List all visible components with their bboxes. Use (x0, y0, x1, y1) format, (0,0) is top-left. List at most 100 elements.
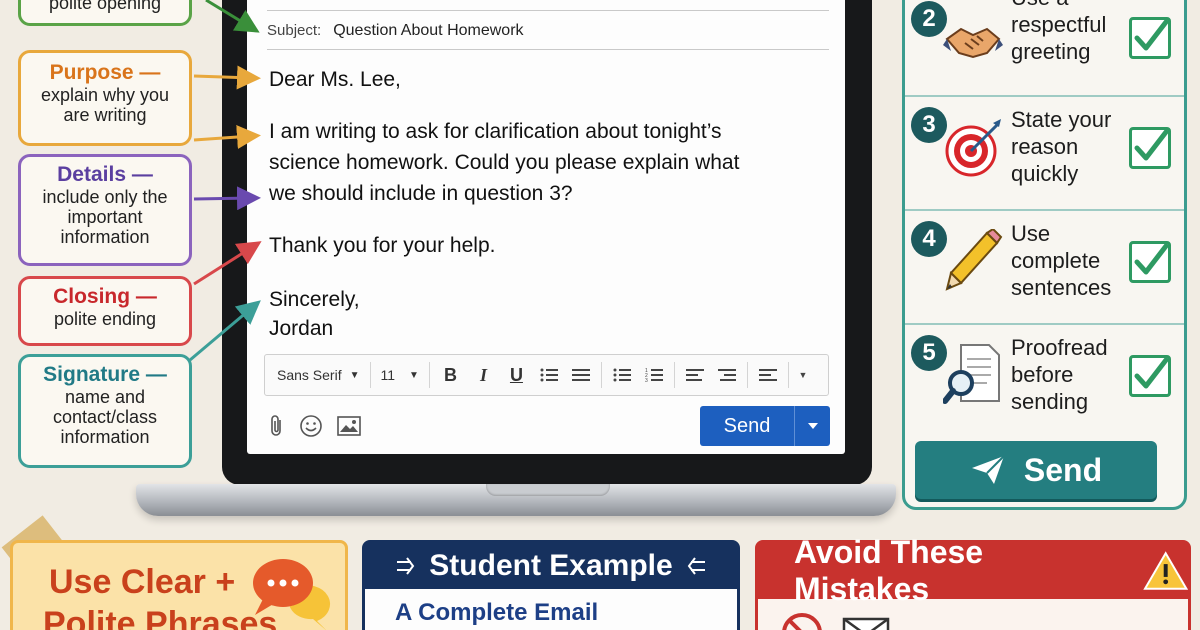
checklist-step: 3 State your reason quickly (905, 97, 1184, 211)
compose-actions (269, 414, 361, 443)
recipient-divider (267, 10, 829, 11)
step-text: Proofread before sending (1011, 335, 1108, 414)
align-right-icon[interactable] (711, 364, 743, 386)
student-example-header: Student Example (365, 543, 737, 589)
send-button-label: Send (723, 414, 771, 437)
email-body-line: science homework. Could you please expla… (269, 151, 740, 174)
step-text: State your reason quickly (1011, 107, 1112, 186)
emoji-icon[interactable] (299, 414, 323, 443)
student-example-panel: Student Example A Complete Email (362, 540, 740, 630)
checkbox-checked[interactable] (1129, 127, 1171, 169)
callout-opening-desc: polite opening (48, 0, 162, 13)
toolbar-divider (600, 362, 602, 388)
font-family-select[interactable]: Sans Serif ▼ (271, 360, 366, 390)
toolbar-divider (369, 362, 371, 388)
speech-bubbles-icon (253, 559, 331, 630)
formatting-toolbar: Sans Serif ▼ 11 ▼ B I U 123 ▼ (264, 354, 829, 396)
student-example-subtitle: A Complete Email (395, 599, 599, 626)
numbered-list-icon[interactable]: 123 (638, 364, 670, 386)
align-left-icon[interactable] (679, 364, 711, 386)
callout-signature-desc: name and contact/class information (52, 386, 158, 447)
callout-details: Details — include only the important inf… (18, 154, 192, 266)
checklist-step: 2 Use a respectful greeting (905, 0, 1184, 97)
phrases-title-line1: Use Clear + (49, 563, 236, 601)
subject-field[interactable]: Subject: Question About Homework (267, 22, 829, 50)
checklist-step: 4 Use complete sentences (905, 211, 1184, 325)
checklist-send-button[interactable]: Send (915, 441, 1157, 499)
callout-details-desc: include only the important information (42, 186, 168, 247)
checkbox-checked[interactable] (1129, 17, 1171, 59)
chevron-down-icon: ▼ (349, 369, 360, 381)
avoid-mistakes-header: Avoid These Mistakes (758, 534, 1188, 607)
bold-button[interactable]: B (434, 365, 467, 386)
insert-image-icon[interactable] (337, 416, 361, 441)
avoid-mistakes-panel: Avoid These Mistakes (755, 534, 1191, 630)
callout-closing-title: Closing — (53, 285, 157, 308)
step-number: 3 (911, 107, 947, 143)
paper-plane-icon (971, 455, 1005, 484)
svg-text:3: 3 (645, 378, 648, 383)
email-body-line: I am writing to ask for clarification ab… (269, 120, 722, 143)
email-greeting: Dear Ms. Lee, (269, 68, 401, 91)
step-number: 2 (911, 1, 947, 37)
more-options-chevron-icon[interactable]: ▼ (793, 364, 813, 386)
checkmark-icon (1134, 129, 1169, 161)
email-writing-infographic: polite opening Purpose — explain why you… (0, 0, 1200, 630)
underline-button[interactable]: U (500, 365, 533, 386)
font-size-value: 11 (380, 367, 396, 383)
callout-purpose: Purpose — explain why you are writing (18, 50, 192, 146)
email-thanks: Thank you for your help. (269, 234, 496, 257)
font-size-select[interactable]: 11 ▼ (375, 360, 425, 390)
sparkle-right-icon (687, 557, 705, 575)
align-icon[interactable] (565, 364, 597, 386)
checklist-send-label: Send (1023, 451, 1103, 488)
text-color-icon[interactable] (533, 364, 565, 386)
step-number: 4 (911, 221, 947, 257)
sparkle-left-icon (397, 557, 415, 575)
step-text: Use a respectful greeting (1011, 0, 1107, 64)
magnifier-document-icon (943, 344, 1000, 404)
text-align-icon[interactable] (752, 364, 784, 386)
checkmark-icon (1134, 357, 1169, 389)
checkbox-checked[interactable] (1129, 355, 1171, 397)
callout-purpose-desc: explain why you are writing (40, 84, 170, 125)
phrases-title-line2: Polite Phrases (43, 605, 278, 630)
email-signoff: Sincerely, (269, 288, 360, 311)
send-button[interactable]: Send (700, 406, 830, 446)
callout-signature-title: Signature — (43, 363, 167, 386)
callout-purpose-title: Purpose — (49, 61, 161, 84)
chevron-down-icon: ▼ (409, 369, 419, 381)
warning-icon (1142, 551, 1188, 590)
step-text: Use complete sentences (1011, 221, 1112, 300)
subject-value[interactable]: Question About Homework (333, 22, 523, 39)
send-options-chevron-icon[interactable] (794, 406, 830, 446)
student-example-title: Student Example (429, 549, 673, 582)
email-sender-name: Jordan (269, 317, 334, 340)
checkmark-icon (1134, 19, 1169, 51)
subject-label: Subject: (267, 22, 322, 39)
email-checklist: 2 Use a respectful greeting 3 (902, 0, 1187, 510)
avoid-mistakes-title: Avoid These Mistakes (794, 534, 984, 607)
font-family-value: Sans Serif (277, 367, 342, 383)
callout-opening: polite opening (18, 0, 192, 26)
checklist-step: 5 Proofread before sending (905, 325, 1184, 439)
email-compose-window: Subject: Question About Homework Dear Ms.… (247, 0, 845, 454)
step-number: 5 (911, 335, 947, 371)
bulleted-list-icon[interactable] (606, 364, 638, 386)
callout-closing: Closing — polite ending (18, 276, 192, 346)
checkbox-checked[interactable] (1129, 241, 1171, 283)
callout-details-title: Details — (57, 163, 153, 186)
toolbar-divider (428, 362, 430, 388)
polite-phrases-panel: Use Clear + Polite Phrases (10, 540, 348, 630)
italic-button[interactable]: I (467, 365, 500, 386)
toolbar-divider (673, 362, 675, 388)
attachment-icon[interactable] (269, 414, 285, 443)
callout-signature: Signature — name and contact/class infor… (18, 354, 192, 468)
toolbar-divider (746, 362, 748, 388)
toolbar-divider (787, 362, 789, 388)
handshake-icon (943, 27, 1003, 59)
checkmark-icon (1134, 243, 1169, 275)
target-icon (945, 119, 1001, 177)
email-body-line: we should include in question 3? (269, 182, 573, 205)
pencil-icon (945, 229, 1003, 291)
